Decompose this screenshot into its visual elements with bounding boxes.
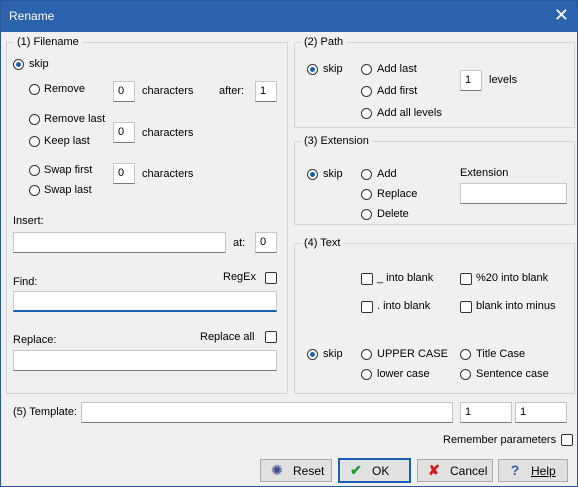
reset-button-label: Reset	[293, 464, 325, 478]
add-all-levels-label: Add all levels	[377, 107, 442, 119]
upper-case-radio[interactable]	[361, 349, 372, 360]
characters-label: characters	[142, 85, 194, 97]
replace-input[interactable]	[13, 350, 277, 371]
add-all-levels-radio[interactable]	[361, 108, 372, 119]
regex-label: RegEx	[223, 271, 257, 283]
cancel-button[interactable]: ✘ Cancel	[417, 459, 493, 482]
extension-input[interactable]	[460, 183, 567, 204]
pct20-blank-label: %20 into blank	[476, 272, 549, 284]
add-first-radio[interactable]	[361, 86, 372, 97]
window-title: Rename	[9, 9, 55, 23]
reset-icon: ✺	[271, 462, 283, 478]
close-icon[interactable]: ✕	[554, 5, 569, 25]
remember-parameters-label: Remember parameters	[443, 434, 557, 446]
path-skip-radio[interactable]	[307, 64, 318, 75]
find-label: Find:	[13, 276, 38, 288]
help-question-icon: ?	[510, 462, 520, 478]
text-legend: (4) Text	[301, 237, 344, 249]
help-button-label: Help	[531, 464, 556, 478]
path-legend: (2) Path	[301, 36, 347, 48]
keep-last-label: Keep last	[44, 135, 90, 147]
after-input[interactable]: 1	[255, 81, 277, 102]
remove-radio[interactable]	[29, 84, 40, 95]
ext-skip-radio[interactable]	[307, 169, 318, 180]
levels-input[interactable]: 1	[460, 70, 482, 91]
keep-count-input[interactable]: 0	[113, 122, 135, 143]
add-first-label: Add first	[377, 85, 418, 97]
keep-last-radio[interactable]	[29, 136, 40, 147]
lower-case-radio[interactable]	[361, 369, 372, 380]
reset-button[interactable]: ✺ Reset	[260, 459, 332, 482]
blank-minus-label: blank into minus	[476, 300, 556, 312]
template-counter-step-input[interactable]: 1	[515, 402, 567, 423]
remove-last-radio[interactable]	[29, 114, 40, 125]
underscore-blank-label: _ into blank	[377, 272, 434, 284]
swap-last-label: Swap last	[44, 184, 92, 196]
check-icon: ✔	[350, 462, 362, 478]
cancel-x-icon: ✘	[428, 462, 440, 478]
blank-minus-checkbox[interactable]	[460, 301, 472, 313]
characters-label: characters	[142, 127, 194, 139]
levels-label: levels	[489, 74, 518, 86]
remove-count-input[interactable]: 0	[113, 81, 135, 102]
extension-label: Extension	[460, 167, 509, 179]
ext-delete-radio[interactable]	[361, 209, 372, 220]
ext-skip-label: skip	[323, 168, 343, 180]
text-skip-radio[interactable]	[307, 349, 318, 360]
swap-count-input[interactable]: 0	[113, 163, 135, 184]
regex-checkbox[interactable]	[265, 272, 277, 284]
title-case-label: Title Case	[476, 348, 526, 360]
text-skip-label: skip	[323, 348, 343, 360]
help-button[interactable]: ? Help	[498, 459, 568, 482]
rename-dialog: Rename ✕ (1) Filename skip Remove 0 char…	[0, 0, 578, 487]
template-label: (5) Template:	[13, 406, 77, 418]
add-last-label: Add last	[377, 63, 417, 75]
swap-first-radio[interactable]	[29, 165, 40, 176]
lower-case-label: lower case	[377, 368, 430, 380]
cancel-button-label: Cancel	[450, 464, 488, 478]
at-input[interactable]: 0	[255, 232, 277, 253]
at-label: at:	[233, 237, 246, 249]
swap-first-label: Swap first	[44, 164, 93, 176]
path-skip-label: skip	[323, 63, 343, 75]
characters-label: characters	[142, 168, 194, 180]
dot-blank-checkbox[interactable]	[361, 301, 373, 313]
template-counter-start-input[interactable]: 1	[460, 402, 512, 423]
ext-add-radio[interactable]	[361, 169, 372, 180]
ext-add-label: Add	[377, 168, 397, 180]
ext-replace-label: Replace	[377, 188, 418, 200]
upper-case-label: UPPER CASE	[377, 348, 448, 360]
underscore-blank-checkbox[interactable]	[361, 273, 373, 285]
find-input[interactable]	[13, 291, 277, 312]
ok-button-label: OK	[372, 464, 390, 478]
after-label: after:	[219, 85, 245, 97]
replace-all-label: Replace all	[200, 331, 255, 343]
sentence-case-radio[interactable]	[460, 369, 471, 380]
replace-all-checkbox[interactable]	[265, 331, 277, 343]
insert-input[interactable]	[13, 232, 226, 253]
replace-label: Replace:	[13, 334, 57, 346]
extension-legend: (3) Extension	[301, 135, 372, 147]
pct20-blank-checkbox[interactable]	[460, 273, 472, 285]
title-case-radio[interactable]	[460, 349, 471, 360]
filename-legend: (1) Filename	[14, 36, 82, 48]
filename-skip-label: skip	[29, 58, 49, 70]
insert-label: Insert:	[13, 215, 44, 227]
dot-blank-label: . into blank	[377, 300, 431, 312]
remove-last-label: Remove last	[44, 113, 106, 125]
remember-parameters-checkbox[interactable]	[561, 434, 573, 446]
ok-button[interactable]: ✔ OK	[338, 458, 411, 483]
swap-last-radio[interactable]	[29, 185, 40, 196]
filename-skip-radio[interactable]	[13, 59, 24, 70]
ext-delete-label: Delete	[377, 208, 409, 220]
title-bar: Rename ✕	[1, 1, 577, 32]
remove-label: Remove	[44, 83, 85, 95]
add-last-radio[interactable]	[361, 64, 372, 75]
sentence-case-label: Sentence case	[476, 368, 549, 380]
template-input[interactable]	[81, 402, 453, 423]
ext-replace-radio[interactable]	[361, 189, 372, 200]
